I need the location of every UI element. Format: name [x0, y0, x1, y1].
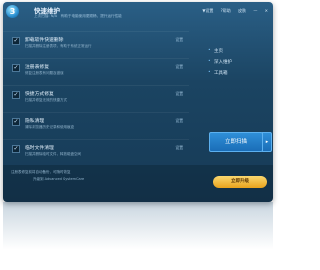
scan-options-arrow-icon[interactable]: ▸	[262, 132, 272, 152]
item-description: 清除浏览器历史记录和使用痕迹	[25, 125, 74, 129]
main-window: 3 快速维护 上次扫描: N/A 有助于电脑使用更顺畅，提升运行性能 ▼设置 ?…	[3, 2, 273, 202]
footer: 注册表修复前将自动备份，可随时恢复 升级到 Advanced SystemCar…	[3, 165, 273, 202]
side-nav-item-home[interactable]: 主页	[208, 48, 268, 54]
list-item: ✓ 临时文件清理 扫描并删除临时文件，释放磁盘空间 设置	[3, 139, 189, 167]
item-settings-link[interactable]: 设置	[175, 91, 183, 97]
item-description: 扫描并删除临时文件，释放磁盘空间	[25, 152, 81, 156]
item-checkbox[interactable]: ✓	[12, 64, 20, 72]
close-button[interactable]: ✕	[265, 8, 268, 13]
title-bar: 3 快速维护 上次扫描: N/A 有助于电脑使用更顺畅，提升运行性能 ▼设置 ?…	[3, 2, 273, 22]
side-nav: 主页 深入维护 工具箱	[208, 48, 268, 81]
item-description: 扫描并修复无效的快捷方式	[25, 98, 67, 102]
item-settings-link[interactable]: 设置	[175, 118, 183, 124]
upgrade-button[interactable]: 立即升级	[213, 176, 267, 188]
settings-menu-button[interactable]: ▼设置	[202, 8, 213, 13]
item-title: 卸载软件快速删除	[25, 38, 64, 43]
list-item: ✓ 注册表修复 修复注册表有问题及错误 设置	[3, 58, 189, 86]
window-reflection	[3, 202, 273, 270]
item-checkbox[interactable]: ✓	[12, 118, 20, 126]
item-settings-link[interactable]: 设置	[175, 37, 183, 43]
list-item: ✓ 卸载软件快速删除 扫描并删除注册表项，有助于系统正常运行 设置	[3, 31, 189, 59]
side-nav-item-toolbox[interactable]: 工具箱	[208, 70, 268, 76]
page-subtitle: 上次扫描: N/A 有助于电脑使用更顺畅，提升运行性能	[34, 14, 122, 18]
item-checkbox[interactable]: ✓	[12, 37, 20, 45]
item-title: 注册表修复	[25, 65, 49, 70]
item-settings-link[interactable]: 设置	[175, 145, 183, 151]
item-title: 快捷方式修复	[25, 92, 54, 97]
item-title: 临时文件清理	[25, 146, 54, 151]
scan-button[interactable]: 立即扫描	[209, 132, 263, 152]
list-item: ✓ 隐私清理 清除浏览器历史记录和使用痕迹 设置	[3, 112, 189, 140]
skin-button[interactable]: 皮肤	[238, 8, 246, 13]
list-item: ✓ 快捷方式修复 扫描并修复无效的快捷方式 设置	[3, 85, 189, 113]
help-button[interactable]: ?帮助	[221, 8, 231, 13]
item-title: 隐私清理	[25, 119, 45, 124]
item-checkbox[interactable]: ✓	[12, 145, 20, 153]
footer-upgrade-link[interactable]: 升级到 Advanced SystemCare	[33, 177, 84, 182]
item-description: 扫描并删除注册表项，有助于系统正常运行	[25, 44, 92, 48]
minimize-button[interactable]: —	[253, 8, 257, 13]
item-settings-link[interactable]: 设置	[175, 64, 183, 70]
footer-note: 注册表修复前将自动备份，可随时恢复	[11, 170, 71, 174]
item-description: 修复注册表有问题及错误	[25, 71, 64, 75]
app-logo-icon: 3	[6, 5, 19, 18]
titlebar-buttons: ▼设置 ?帮助 皮肤 — ✕	[196, 8, 268, 14]
item-checkbox[interactable]: ✓	[12, 91, 20, 99]
side-nav-item-deep-care[interactable]: 深入维护	[208, 59, 268, 65]
